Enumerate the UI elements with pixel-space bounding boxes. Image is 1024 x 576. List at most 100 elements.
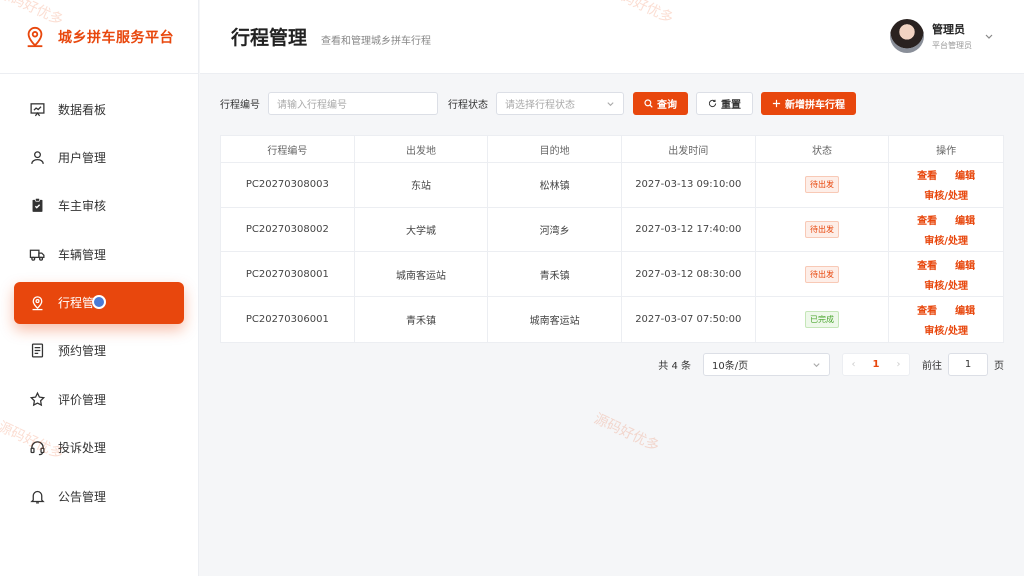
- filter-bar: 行程编号 请输入行程编号 行程状态 请选择行程状态 查询 重置 新增拼车行程: [220, 92, 856, 115]
- avatar[interactable]: [890, 19, 924, 53]
- time-cell: 2027-03-12 17:40:00: [622, 207, 756, 252]
- column-header: 出发地: [355, 136, 489, 162]
- view-link[interactable]: 查看: [917, 167, 937, 182]
- chevron-down-icon[interactable]: [984, 31, 994, 41]
- brand[interactable]: 城乡拼车服务平台: [0, 0, 198, 74]
- status-badge: 待出发: [804, 265, 839, 283]
- trip-status-select[interactable]: 请选择行程状态: [496, 92, 624, 115]
- clipboard-check-icon: [32, 198, 43, 213]
- map-pin-icon: [32, 296, 43, 311]
- table-row: PC20270308002 大学城 河湾乡 2027-03-12 17:40:0…: [221, 207, 1003, 253]
- brand-title: 城乡拼车服务平台: [58, 29, 174, 46]
- trip-no-input[interactable]: 请输入行程编号: [268, 92, 438, 115]
- chevron-left-icon[interactable]: ‹: [852, 359, 856, 370]
- reset-button[interactable]: 重置: [696, 92, 753, 115]
- search-button[interactable]: 查询: [633, 92, 688, 115]
- sidebar-item-driver-review[interactable]: 车主审核: [14, 185, 184, 227]
- table-header: 行程编号 出发地 目的地 出发时间 状态 操作: [221, 136, 1003, 163]
- view-link[interactable]: 查看: [917, 212, 937, 227]
- add-trip-button-label: 新增拼车行程: [785, 100, 845, 111]
- sidebar-item-trips[interactable]: 行程管: [14, 281, 184, 324]
- to-cell: 松林镇: [488, 163, 622, 207]
- status-cell: 待出发: [756, 207, 890, 252]
- star-icon: [29, 391, 46, 407]
- status-cell: 待出发: [756, 252, 890, 297]
- to-cell: 青禾镇: [488, 252, 622, 297]
- status-cell: 已完成: [756, 297, 890, 342]
- chevron-right-icon[interactable]: ›: [896, 359, 900, 370]
- add-trip-button[interactable]: 新增拼车行程: [761, 92, 856, 115]
- review-link[interactable]: 审核/处理: [924, 187, 968, 202]
- status-badge: 已完成: [804, 310, 839, 328]
- pagination: 共 4 条 10条/页 ‹ 1 › 前往 1 页: [658, 353, 1004, 376]
- from-cell: 东站: [355, 163, 489, 207]
- current-page[interactable]: 1: [873, 359, 880, 370]
- ops-cell: 查看 编辑审核/处理: [889, 163, 1003, 207]
- page-title: 行程管理: [231, 27, 308, 49]
- sidebar-item-label: 车主审核: [58, 199, 107, 214]
- page-size-value: 10条/页: [712, 361, 749, 372]
- view-link[interactable]: 查看: [917, 257, 937, 272]
- search-button-label: 查询: [657, 100, 677, 111]
- edit-link[interactable]: 编辑: [955, 167, 975, 182]
- user-menu[interactable]: 管理员 平台管理员: [890, 19, 994, 53]
- trip-status-label: 行程状态: [448, 100, 488, 111]
- view-link[interactable]: 查看: [917, 302, 937, 317]
- sidebar-item-label: 用户管理: [58, 150, 107, 165]
- review-link[interactable]: 审核/处理: [924, 232, 968, 247]
- reset-button-label: 重置: [721, 100, 741, 111]
- trip-id-cell: PC20270308002: [221, 207, 355, 252]
- sidebar-item-reviews[interactable]: 评价管理: [14, 378, 184, 420]
- trip-status-placeholder: 请选择行程状态: [505, 100, 575, 111]
- column-header: 行程编号: [221, 136, 355, 162]
- edit-link[interactable]: 编辑: [955, 302, 975, 317]
- goto-page-input[interactable]: 1: [948, 353, 988, 376]
- sidebar-item-vehicles[interactable]: 车辆管理: [14, 233, 184, 275]
- to-cell: 河湾乡: [488, 207, 622, 252]
- edit-link[interactable]: 编辑: [955, 257, 975, 272]
- dashboard-chart-icon: [30, 102, 45, 116]
- page-size-select[interactable]: 10条/页: [703, 353, 830, 376]
- goto-label: 前往: [922, 361, 942, 372]
- headset-icon: [30, 441, 45, 456]
- user-role: 平台管理员: [932, 41, 972, 50]
- status-badge: 待出发: [804, 176, 839, 194]
- column-header: 出发时间: [622, 136, 756, 162]
- status-badge: 待出发: [804, 221, 839, 239]
- user-name: 管理员: [932, 23, 965, 36]
- user-icon: [31, 151, 44, 164]
- page-nav: ‹ 1 ›: [842, 353, 910, 376]
- column-header: 操作: [936, 145, 957, 157]
- sidebar-item-complaints[interactable]: 投诉处理: [14, 427, 184, 469]
- ops-cell: 查看 编辑审核/处理: [889, 297, 1003, 342]
- sidebar-item-label: 投诉处理: [58, 441, 107, 456]
- chevron-down-icon: [607, 102, 614, 107]
- sidebar-item-label: 数据看板: [58, 102, 107, 117]
- sidebar-item-label: 预约管理: [58, 344, 107, 359]
- bell-icon: [30, 490, 45, 504]
- page-header: 行程管理 查看和管理城乡拼车行程 管理员 平台管理员: [200, 0, 1024, 74]
- document-icon: [31, 343, 44, 358]
- edit-link[interactable]: 编辑: [955, 212, 975, 227]
- map-pin-icon: [27, 26, 43, 47]
- notification-dot: [92, 294, 106, 309]
- search-icon: [644, 99, 653, 108]
- sidebar-item-announcements[interactable]: 公告管理: [14, 475, 184, 517]
- plus-icon: [772, 99, 781, 108]
- sidebar-item-bookings[interactable]: 预约管理: [14, 330, 184, 372]
- sidebar-item-label: 公告管理: [58, 489, 107, 504]
- sidebar-item-dashboard[interactable]: 数据看板: [14, 88, 184, 130]
- review-link[interactable]: 审核/处理: [924, 322, 968, 337]
- sidebar-item-label: 评价管理: [58, 392, 107, 407]
- from-cell: 大学城: [355, 207, 489, 252]
- sidebar-item-users[interactable]: 用户管理: [14, 136, 184, 178]
- to-cell: 城南客运站: [488, 297, 622, 342]
- column-header: 状态: [756, 136, 890, 162]
- chevron-down-icon: [813, 363, 820, 368]
- sidebar: 城乡拼车服务平台 数据看板 用户管理 车主审核 车辆管理 行程管 预约管理 评价…: [0, 0, 199, 576]
- review-link[interactable]: 审核/处理: [924, 277, 968, 292]
- trip-id-cell: PC20270308003: [221, 163, 355, 207]
- watermark: 源码好优多: [591, 410, 662, 455]
- page-unit-label: 页: [994, 361, 1004, 372]
- time-cell: 2027-03-12 08:30:00: [622, 252, 756, 297]
